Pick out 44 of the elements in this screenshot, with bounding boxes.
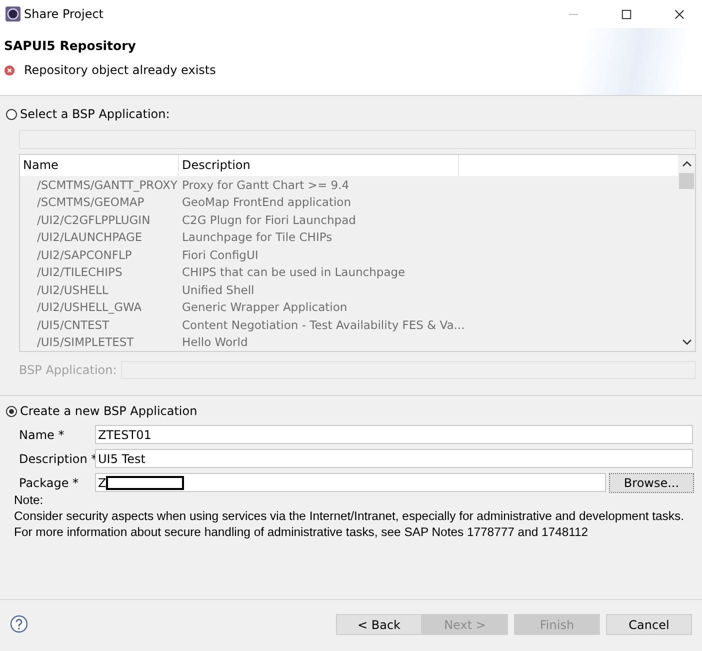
table-cell-text: Generic Wrapper Application: [181, 300, 348, 314]
note-text: Consider security aspects when using services via the Internet/Intranet, especially for administrative and development tasks.: [14, 508, 684, 524]
field-label: Name *: [19, 428, 66, 442]
wizard-button[interactable]: < Back: [336, 614, 422, 635]
input-field[interactable]: ZTEST01: [95, 425, 693, 444]
table-cell-text: /UI2/TILECHIPS: [36, 265, 124, 280]
table-cell-text: /SCMTMS/GANTT_PROXY: [36, 178, 178, 192]
table-cell-text: /UI2/USHELL: [36, 282, 110, 297]
error-icon: [4, 64, 15, 76]
radio-label[interactable]: Create a new BSP Application: [20, 404, 198, 418]
browse-button[interactable]: Browse...: [609, 472, 694, 492]
header-title: SAPUI5 Repository: [4, 38, 137, 53]
radio-label[interactable]: Select a BSP Application:: [20, 107, 170, 121]
table-cell-text: GeoMap FrontEnd application: [181, 195, 352, 210]
window-title: Share Project: [24, 7, 104, 21]
help-icon[interactable]: [10, 615, 28, 633]
wizard-button[interactable]: Cancel: [606, 614, 692, 635]
table-cell-text: /SCMTMS/GEOMAP: [36, 195, 146, 210]
app-icon: [5, 6, 21, 22]
table-cell-text: Content Negotiation - Test Availability FES & Va...: [181, 318, 462, 332]
field-label: Package *: [19, 476, 80, 490]
field-label: BSP Application:: [19, 363, 117, 377]
note-text: For more information about secure handling of administrative tasks, see SAP Notes 1778777 and 1748112: [14, 524, 588, 540]
radio-button[interactable]: [6, 406, 17, 416]
close-icon[interactable]: [674, 8, 685, 20]
table-cell-text: /UI2/C2GFLPPLUGIN: [36, 212, 152, 227]
radio-button[interactable]: [6, 108, 17, 120]
table-cell-text: Proxy for Gantt Chart >= 9.4: [181, 178, 350, 192]
table-cell-text: /UI5/CNTEST: [36, 318, 110, 332]
message-text: Repository object already exists: [24, 63, 216, 77]
input-field[interactable]: UI5 Test: [95, 449, 693, 468]
table-cell-text: /UI5/SIMPLETEST: [36, 335, 135, 350]
table-cell-text: /UI2/SAPCONFLP: [36, 248, 133, 262]
note-title: Note:: [14, 492, 44, 508]
table-cell-text: C2G Plugn for Fiori Launchpad: [181, 212, 357, 227]
table-cell-text: Hello World: [181, 335, 249, 350]
table-cell-text: Launchpage for Tile CHIPs: [181, 230, 334, 244]
maximize-icon[interactable]: [621, 8, 632, 20]
table-cell-text: Fiori ConfigUI: [181, 248, 260, 262]
input-field[interactable]: Z: [95, 473, 606, 492]
table-cell-text: Unified Shell: [181, 282, 256, 297]
table-cell-text: /UI2/USHELL_GWA: [36, 300, 143, 314]
table-cell-text: CHIPS that can be used in Launchpage: [181, 265, 406, 280]
table-cell-text: /UI2/LAUNCHPAGE: [36, 230, 144, 244]
